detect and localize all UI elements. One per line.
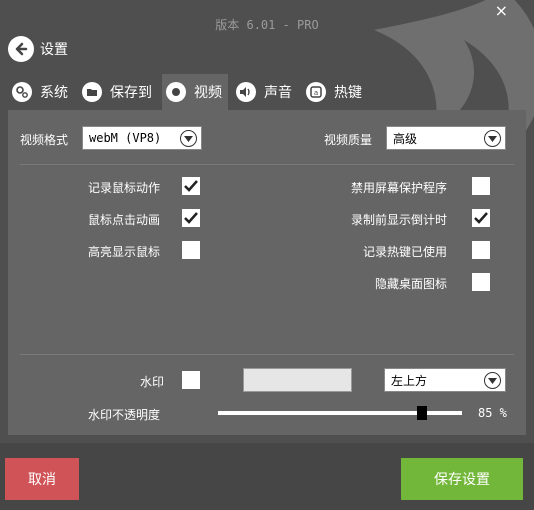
back-arrow-icon (8, 36, 34, 62)
tab-hotkeys[interactable]: a 热键 (302, 74, 368, 110)
tab-system-label: 系统 (40, 85, 68, 101)
video-format-select[interactable]: webM (VP8) (82, 126, 202, 150)
video-settings-panel: 视频格式 webM (VP8) 视频质量 高级 记录鼠标动作 鼠标点击动画 高亮… (8, 110, 526, 435)
record-icon (166, 82, 186, 102)
watermark-opacity-label: 水印不透明度 (88, 408, 161, 422)
countdown-label: 录制前显示倒计时 (351, 213, 448, 227)
highlight-mouse-label: 高亮显示鼠标 (88, 245, 161, 259)
gears-icon (12, 82, 32, 102)
record-hotkeys-label: 记录热键已使用 (363, 245, 448, 259)
close-icon[interactable]: × (495, 1, 508, 20)
watermark-position-value: 左上方 (391, 373, 428, 388)
hide-desktop-icons-label: 隐藏桌面图标 (375, 277, 448, 291)
checkmark-icon (474, 212, 488, 224)
tab-save-to[interactable]: 保存到 (78, 74, 158, 110)
tab-video[interactable]: 视频 (162, 74, 228, 110)
video-quality-label: 视频质量 (324, 133, 373, 147)
opacity-slider-thumb[interactable] (417, 406, 427, 420)
window-title: 版本 6.01 - PRO (215, 18, 319, 32)
back-button[interactable]: 设置 (8, 36, 68, 62)
record-mouse-label: 记录鼠标动作 (88, 181, 161, 195)
tab-save-to-label: 保存到 (110, 85, 152, 101)
chevron-down-icon (484, 372, 501, 389)
checkmark-icon (184, 212, 198, 224)
bottom-bar: 取消 保存设置 (0, 443, 534, 510)
watermark-position-select[interactable]: 左上方 (384, 368, 506, 392)
checkmark-icon (184, 180, 198, 192)
tab-audio-label: 声音 (264, 85, 292, 101)
opacity-value: 85 % (478, 406, 507, 420)
back-label: 设置 (40, 42, 68, 58)
disable-screensaver-checkbox[interactable] (472, 177, 490, 195)
record-hotkeys-checkbox[interactable] (472, 241, 490, 259)
disable-screensaver-label: 禁用屏幕保护程序 (351, 181, 448, 195)
video-quality-value: 高级 (393, 131, 418, 146)
tab-bar: 系统 保存到 视频 声音 a 热键 (8, 74, 372, 110)
video-quality-select[interactable]: 高级 (386, 126, 506, 150)
watermark-label: 水印 (140, 375, 165, 389)
opacity-slider[interactable] (218, 406, 462, 420)
tab-system[interactable]: 系统 (8, 74, 74, 110)
click-animation-checkbox[interactable] (182, 209, 200, 227)
cancel-button[interactable]: 取消 (5, 458, 79, 500)
save-settings-button[interactable]: 保存设置 (401, 458, 523, 500)
chevron-down-icon (484, 130, 501, 147)
tab-audio[interactable]: 声音 (232, 74, 298, 110)
click-animation-label: 鼠标点击动画 (88, 213, 161, 227)
countdown-checkbox[interactable] (472, 209, 490, 227)
watermark-text-input[interactable] (243, 368, 352, 392)
section-divider (20, 354, 514, 355)
watermark-checkbox[interactable] (182, 371, 200, 389)
record-mouse-checkbox[interactable] (182, 177, 200, 195)
section-divider (20, 164, 514, 165)
svg-text:a: a (314, 89, 318, 97)
video-format-label: 视频格式 (20, 133, 69, 147)
hotkey-icon: a (306, 82, 326, 102)
speaker-icon (236, 82, 256, 102)
settings-window: 版本 6.01 - PRO × 设置 系统 保存到 视频 声音 a 热键 视频格… (0, 0, 534, 510)
tab-video-label: 视频 (194, 85, 222, 101)
chevron-down-icon (180, 130, 197, 147)
video-format-value: webM (VP8) (89, 131, 162, 145)
folder-icon (82, 82, 102, 102)
hide-desktop-icons-checkbox[interactable] (472, 273, 490, 291)
highlight-mouse-checkbox[interactable] (182, 241, 200, 259)
tab-hotkeys-label: 热键 (334, 85, 362, 101)
